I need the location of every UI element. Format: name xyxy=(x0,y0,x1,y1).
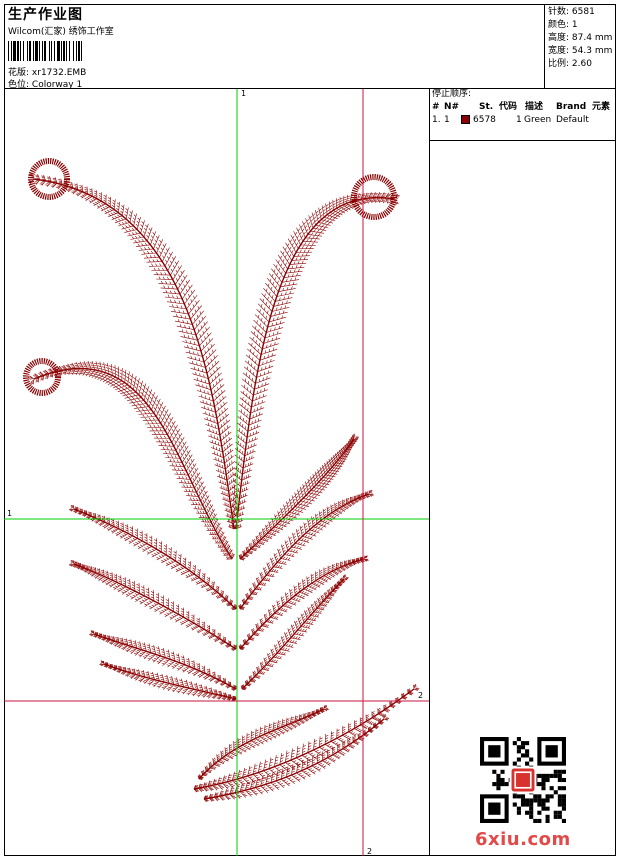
stat-scale: 比例: 2.60 xyxy=(548,59,592,69)
left-axis-label: 1 xyxy=(7,509,12,518)
table-header: # N# St. 代码 描述 Brand 元素 xyxy=(432,102,611,112)
top-axis-label: 1 xyxy=(241,89,246,98)
fern-embroidery xyxy=(23,158,420,803)
right-axis-label: 2 xyxy=(418,691,423,700)
stat-stitches: 针数: 6581 xyxy=(548,7,595,17)
page-title: 生产作业图 xyxy=(8,7,83,23)
header-left: 生产作业图 Wilcom(汇家) 绣饰工作室 花版: xr1732.EMB 色位… xyxy=(4,4,545,90)
stat-width: 宽度: 54.3 mm xyxy=(548,46,613,56)
bottom-axis-label: 2 xyxy=(367,847,372,856)
stop-sequence-panel: 停止顺序: # N# St. 代码 描述 Brand 元素 1. 1 6578 … xyxy=(430,89,616,856)
header: 生产作业图 Wilcom(汇家) 绣饰工作室 花版: xr1732.EMB 色位… xyxy=(4,4,616,90)
stat-height: 高度: 87.4 mm xyxy=(548,33,613,43)
thread-swatch xyxy=(461,115,470,124)
table-row: 1. 1 6578 1 Green Default xyxy=(432,115,589,125)
stat-colors: 颜色: 1 xyxy=(548,20,578,30)
studio-name: Wilcom(汇家) 绣饰工作室 xyxy=(8,27,114,37)
barcode-icon xyxy=(8,41,82,61)
stop-sequence-title: 停止顺序: xyxy=(432,89,472,99)
design-canvas: 1 1 2 2 xyxy=(4,89,430,856)
watermark-logo: 6xiu.com xyxy=(475,829,571,850)
qr-code-icon xyxy=(480,737,566,823)
stop-sequence-table: # N# St. 代码 描述 Brand 元素 1. 1 6578 1 Gree… xyxy=(430,100,616,141)
embroidery-preview: 1 1 2 2 xyxy=(4,89,429,856)
stats-panel: 针数: 6581 颜色: 1 高度: 87.4 mm 宽度: 54.3 mm 比… xyxy=(548,6,612,71)
